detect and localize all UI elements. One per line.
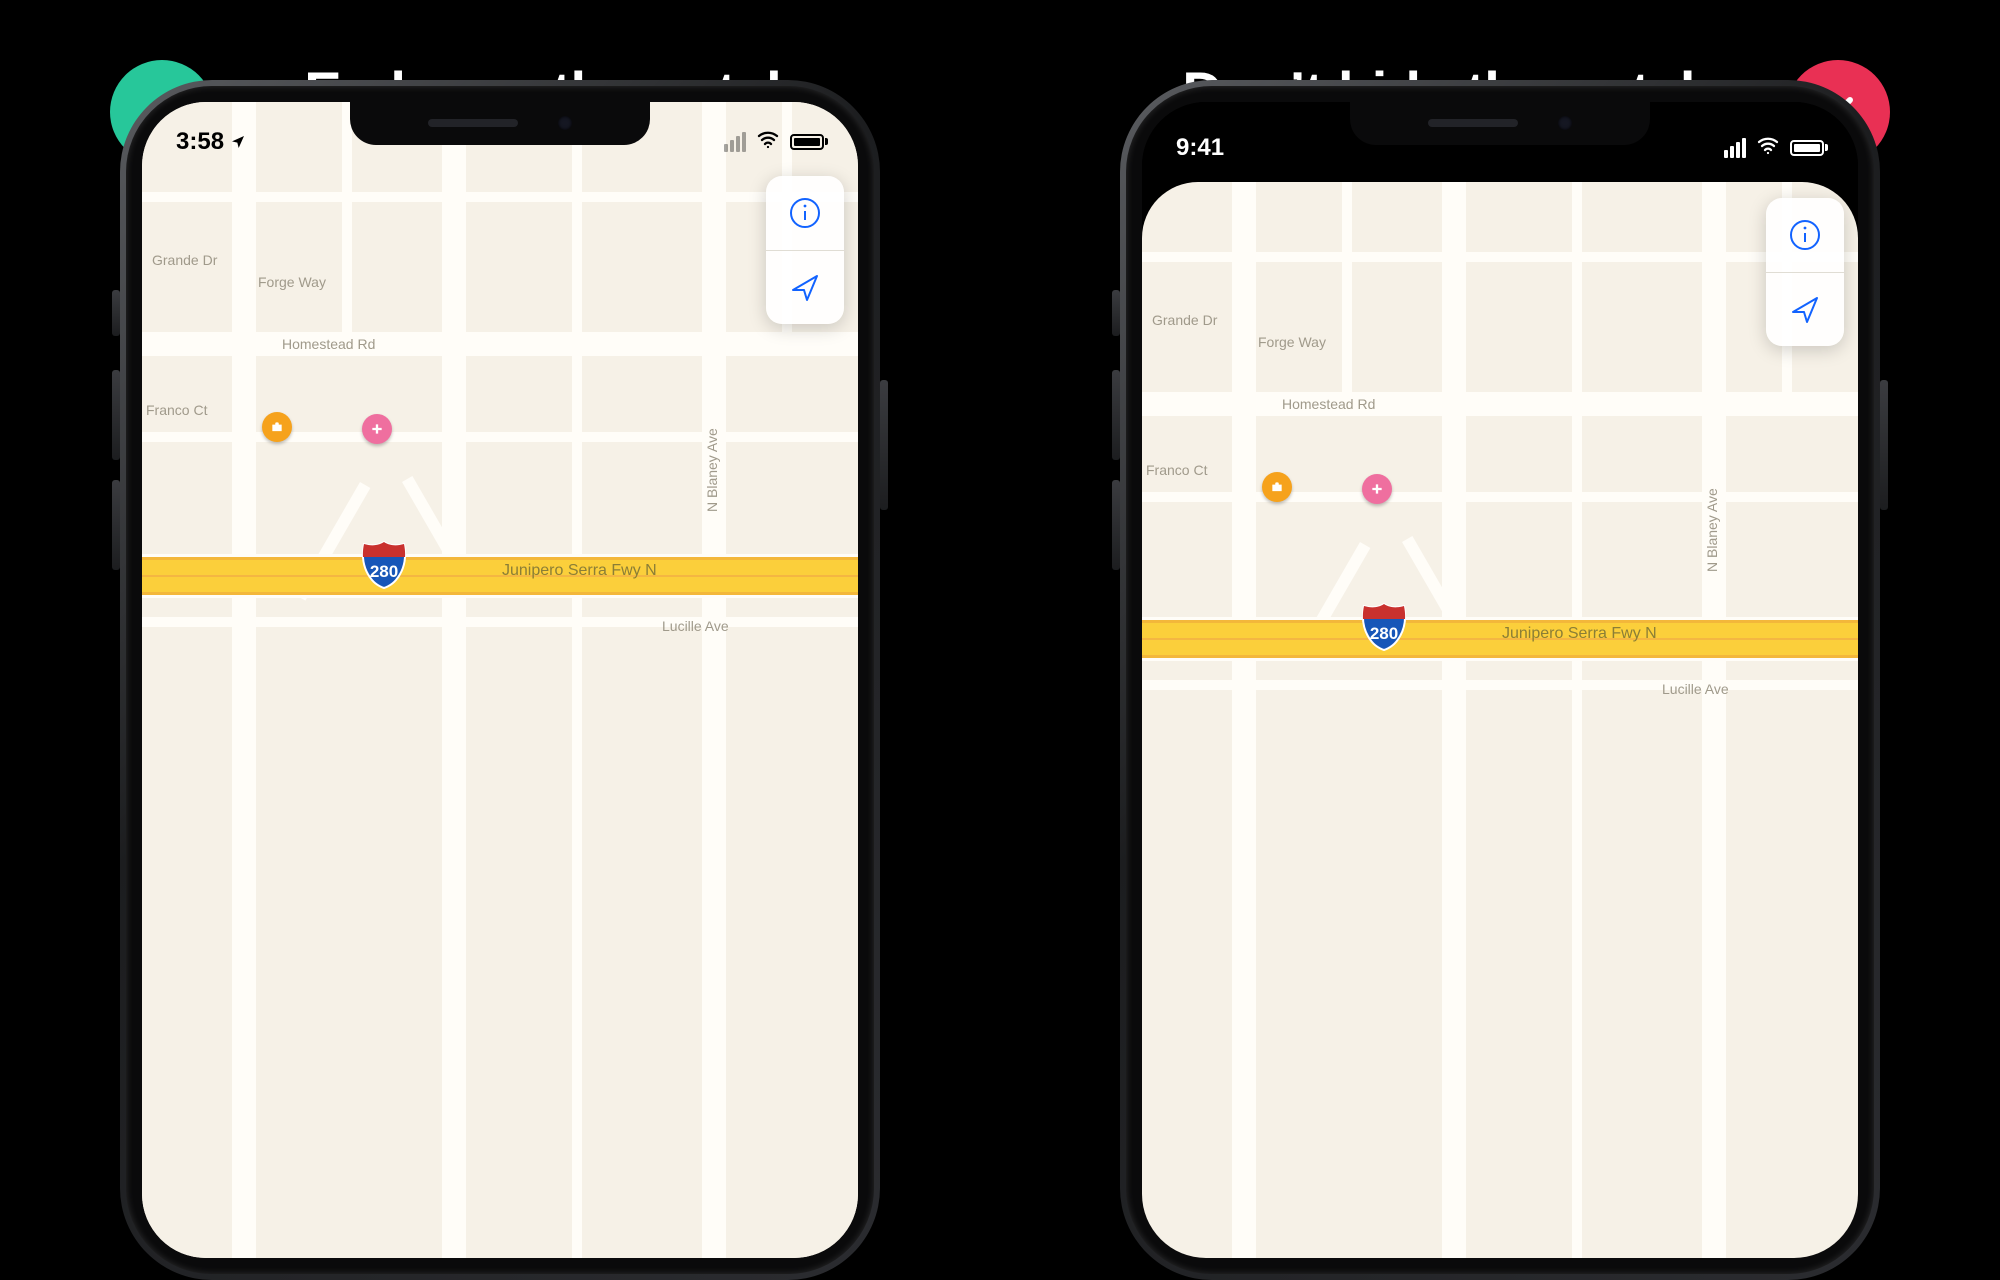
wifi-icon [1756,133,1780,162]
map-controls [766,176,844,324]
info-icon [787,195,823,231]
location-arrow-icon [230,134,246,150]
battery-icon [790,134,828,150]
map-canvas[interactable]: 280 Grande Dr Forge Way Homestead Rd Fra… [142,102,858,1258]
device-screen: 9:41 [1142,102,1858,1258]
map-viewport[interactable]: 280 Grande Dr Forge Way Homestead Rd Fra… [1142,182,1858,1258]
front-camera [558,116,572,130]
interstate-shield: 280 [1360,602,1408,652]
map-info-button[interactable] [766,176,844,250]
street-label: Forge Way [258,274,326,290]
street-label: Forge Way [1258,334,1326,350]
device-frame: 3:58 [120,80,880,1280]
location-arrow-icon [787,270,823,306]
poi-office-icon[interactable] [1262,472,1292,502]
side-button [880,380,888,510]
map-viewport[interactable]: 280 Grande Dr Forge Way Homestead Rd Fra… [142,102,858,1258]
volume-up-button [112,370,120,460]
location-arrow-icon [1787,292,1823,328]
example-bad: Don’t hide the notch 9:41 [1000,0,2000,800]
volume-down-button [1112,480,1120,570]
device-bad: 9:41 [1120,80,1880,1280]
battery-icon [1790,140,1828,156]
street-label: Homestead Rd [282,336,375,352]
earpiece-speaker [428,119,518,127]
example-good: Embrace the notch 3:58 [0,0,1000,800]
map-canvas[interactable]: 280 Grande Dr Forge Way Homestead Rd Fra… [1142,182,1858,1258]
device-frame: 9:41 [1120,80,1880,1280]
poi-office-icon[interactable] [262,412,292,442]
poi-hospital-icon[interactable] [362,414,392,444]
earpiece-speaker [1428,119,1518,127]
device-notch [1350,102,1650,145]
device-notch [350,102,650,145]
map-locate-button[interactable] [766,250,844,324]
highway-label: Junipero Serra Fwy N [1502,625,1657,643]
status-time-text: 9:41 [1176,134,1224,162]
front-camera [1558,116,1572,130]
highway-label: Junipero Serra Fwy N [502,562,657,580]
device-good: 3:58 [120,80,880,1280]
street-label: Grande Dr [1152,312,1217,328]
volume-down-button [112,480,120,570]
street-label: N Blaney Ave [1704,488,1720,572]
street-label: Lucille Ave [1662,681,1729,697]
mute-switch [1112,290,1120,336]
interstate-number: 280 [370,562,398,581]
cellular-signal-icon [724,132,746,152]
poi-hospital-icon[interactable] [1362,474,1392,504]
street-label: N Blaney Ave [704,428,720,512]
street-label: Grande Dr [152,252,217,268]
mute-switch [112,290,120,336]
device-screen: 3:58 [142,102,858,1258]
interstate-number: 280 [1370,624,1398,643]
wifi-icon [756,127,780,156]
street-label: Franco Ct [1146,462,1207,478]
status-time-text: 3:58 [176,128,224,156]
map-info-button[interactable] [1766,198,1844,272]
volume-up-button [1112,370,1120,460]
map-locate-button[interactable] [1766,272,1844,346]
street-label: Homestead Rd [1282,396,1375,412]
side-button [1880,380,1888,510]
street-label: Franco Ct [146,402,207,418]
cellular-signal-icon [1724,138,1746,158]
interstate-shield: 280 [360,540,408,590]
map-controls [1766,198,1844,346]
info-icon [1787,217,1823,253]
street-label: Lucille Ave [662,618,729,634]
